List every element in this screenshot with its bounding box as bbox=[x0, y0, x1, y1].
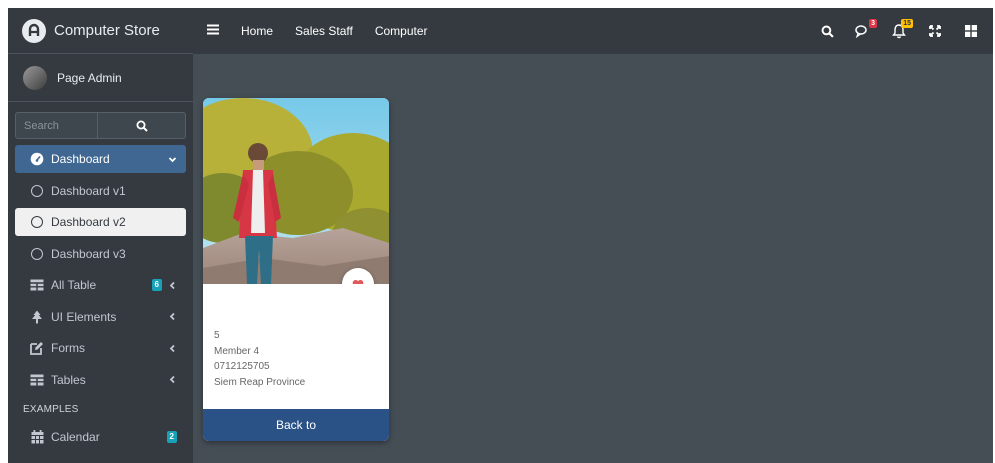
circle-icon bbox=[31, 247, 43, 260]
chevron-left-icon bbox=[169, 344, 175, 352]
sidebar-search bbox=[15, 112, 186, 139]
circle-icon bbox=[31, 184, 43, 197]
sidebar-item-label: Calendar bbox=[51, 430, 100, 444]
back-button[interactable]: Back to bbox=[203, 409, 389, 441]
sidebar: Computer Store Page Admin Dashboard Das bbox=[8, 8, 193, 463]
search-icon bbox=[821, 25, 834, 38]
chevron-down-icon bbox=[168, 156, 177, 162]
member-phone: 0712125705 bbox=[214, 361, 270, 372]
sidebar-item-dashboard-v1[interactable]: Dashboard v1 bbox=[15, 177, 186, 205]
sidebar-item-label: Dashboard v3 bbox=[51, 246, 126, 261]
nav-link-home[interactable]: Home bbox=[241, 24, 273, 38]
messages-button[interactable]: 3 bbox=[855, 19, 877, 39]
member-name: Member 4 bbox=[214, 345, 260, 357]
table-icon bbox=[29, 372, 45, 388]
hamburger-menu-button[interactable] bbox=[207, 24, 219, 38]
nav-link-computer[interactable]: Computer bbox=[375, 24, 428, 38]
count-badge: 6 bbox=[151, 279, 162, 291]
avatar bbox=[23, 65, 47, 90]
chevron-left-icon bbox=[169, 375, 175, 384]
member-id: 5 bbox=[214, 330, 220, 341]
count-badge: 2 bbox=[166, 431, 177, 443]
brand-link[interactable]: Computer Store bbox=[8, 8, 193, 54]
chevron-left-icon bbox=[169, 312, 175, 321]
tachometer-icon bbox=[29, 151, 45, 167]
brand-name: Computer Store bbox=[54, 22, 160, 39]
tree-icon bbox=[29, 309, 45, 325]
sidebar-item-all-table[interactable]: All Table 6 bbox=[15, 271, 186, 299]
fullscreen-button[interactable] bbox=[927, 23, 943, 39]
sidebar-item-label: Dashboard v2 bbox=[51, 215, 126, 229]
notifications-button[interactable]: 15 bbox=[891, 19, 913, 39]
user-name: Page Admin bbox=[57, 70, 122, 85]
circle-icon bbox=[31, 216, 43, 228]
member-info: 5 Member 4 0712125705 Siem Reap Province bbox=[214, 328, 305, 390]
sidebar-item-label: UI Elements bbox=[51, 309, 117, 324]
messages-count-badge: 3 bbox=[869, 19, 877, 28]
sidebar-item-dashboard-v3[interactable]: Dashboard v3 bbox=[15, 240, 186, 268]
th-large-icon bbox=[965, 25, 977, 37]
sidebar-item-label: Dashboard v1 bbox=[51, 183, 126, 198]
sidebar-item-calendar[interactable]: Calendar 2 bbox=[15, 423, 186, 451]
calendar-icon bbox=[29, 429, 45, 445]
sidebar-item-forms[interactable]: Forms bbox=[15, 334, 186, 362]
sidebar-item-dashboard[interactable]: Dashboard bbox=[15, 145, 186, 173]
member-location: Siem Reap Province bbox=[214, 376, 306, 388]
sidebar-item-label: Forms bbox=[51, 341, 85, 355]
top-navbar: Home Sales Staff Computer 3 15 bbox=[193, 8, 993, 54]
sidebar-item-label: Dashboard bbox=[51, 152, 110, 166]
member-photo bbox=[203, 98, 389, 284]
navbar-search-button[interactable] bbox=[819, 23, 835, 39]
expand-arrows-icon bbox=[929, 25, 941, 37]
app-window: Computer Store Page Admin Dashboard Das bbox=[8, 8, 993, 463]
table-icon bbox=[29, 277, 45, 293]
sidebar-item-ui-elements[interactable]: UI Elements bbox=[15, 303, 186, 331]
sidebar-item-tables[interactable]: Tables bbox=[15, 366, 186, 394]
brand-logo-icon bbox=[22, 18, 46, 43]
sidebar-item-label: Tables bbox=[51, 372, 86, 387]
search-icon bbox=[136, 120, 148, 132]
search-button[interactable] bbox=[98, 113, 185, 138]
sidebar-nav: Dashboard Dashboard v1 Dashboard v2 Dash… bbox=[8, 145, 193, 451]
sidebar-section-header: EXAMPLES bbox=[23, 404, 79, 415]
navbar-right: 3 15 bbox=[819, 8, 979, 54]
chevron-left-icon bbox=[169, 281, 175, 289]
nav-link-sales-staff[interactable]: Sales Staff bbox=[295, 24, 353, 38]
heart-icon bbox=[352, 279, 364, 284]
member-card: 5 Member 4 0712125705 Siem Reap Province… bbox=[203, 98, 389, 441]
control-sidebar-button[interactable] bbox=[963, 23, 979, 39]
search-input[interactable] bbox=[16, 113, 98, 138]
sidebar-item-dashboard-v2[interactable]: Dashboard v2 bbox=[15, 208, 186, 236]
sidebar-item-label: All Table bbox=[51, 278, 97, 292]
user-panel[interactable]: Page Admin bbox=[8, 54, 193, 102]
bars-icon bbox=[207, 24, 219, 35]
edit-icon bbox=[29, 340, 45, 356]
notifications-count-badge: 15 bbox=[901, 19, 913, 28]
